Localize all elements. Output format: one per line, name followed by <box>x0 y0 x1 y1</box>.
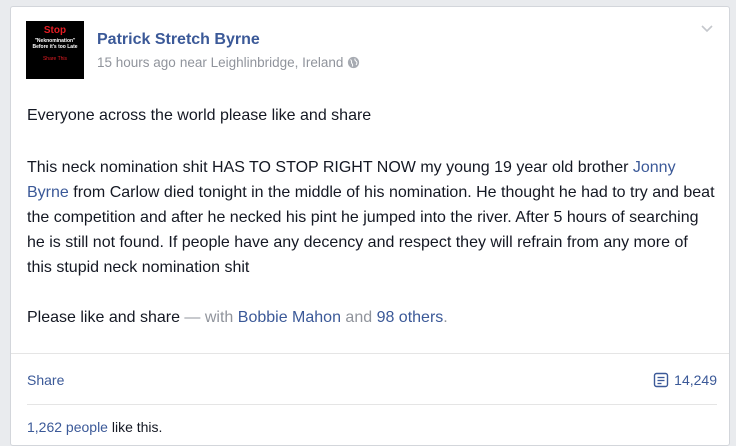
post-paragraph-2: This neck nomination shit HAS TO STOP RI… <box>27 155 717 280</box>
period-text: . <box>443 309 448 326</box>
post-body: Everyone across the world please like an… <box>27 103 717 330</box>
divider <box>11 353 729 354</box>
paragraph-2-after: from Carlow died tonight in the middle o… <box>27 184 715 276</box>
chevron-down-icon[interactable] <box>699 21 715 37</box>
paragraph-3-text: Please like and share <box>27 309 180 326</box>
post-location[interactable]: near Leighlinbridge, Ireland <box>180 55 344 70</box>
action-bar: Share 14,249 <box>27 365 717 395</box>
likes-summary: 1,262 people like this. <box>27 419 162 435</box>
likes-suffix: like this. <box>107 419 163 435</box>
share-count-icon <box>653 372 669 388</box>
globe-icon[interactable] <box>347 56 360 69</box>
likes-count-link[interactable]: 1,262 people <box>27 419 108 435</box>
and-text: and <box>340 309 377 326</box>
paragraph-2-before: This neck nomination shit HAS TO STOP RI… <box>27 159 633 176</box>
share-button[interactable]: Share <box>27 372 64 388</box>
post-meta: 15 hours ago near Leighlinbridge, Irelan… <box>97 55 360 70</box>
post-paragraph-3: Please like and share — with Bobbie Maho… <box>27 305 717 330</box>
avatar[interactable]: Stop "Neknomination" Before it's too Lat… <box>26 21 84 79</box>
divider <box>27 404 717 405</box>
share-count-button[interactable]: 14,249 <box>653 372 717 388</box>
tagged-others-link[interactable]: 98 others <box>377 309 444 326</box>
post-time[interactable]: 15 hours ago <box>97 55 176 70</box>
post-paragraph-1: Everyone across the world please like an… <box>27 107 372 124</box>
post-card: Stop "Neknomination" Before it's too Lat… <box>10 6 730 446</box>
avatar-middle-text: "Neknomination" Before it's too Late <box>32 38 78 50</box>
author-name[interactable]: Patrick Stretch Byrne <box>97 31 260 49</box>
avatar-bottom-text: Share This <box>42 56 68 62</box>
share-count: 14,249 <box>674 372 717 388</box>
avatar-top-text: Stop <box>43 25 67 36</box>
with-text: — with <box>179 309 238 326</box>
tagged-link-bobbie-mahon[interactable]: Bobbie Mahon <box>238 309 341 326</box>
